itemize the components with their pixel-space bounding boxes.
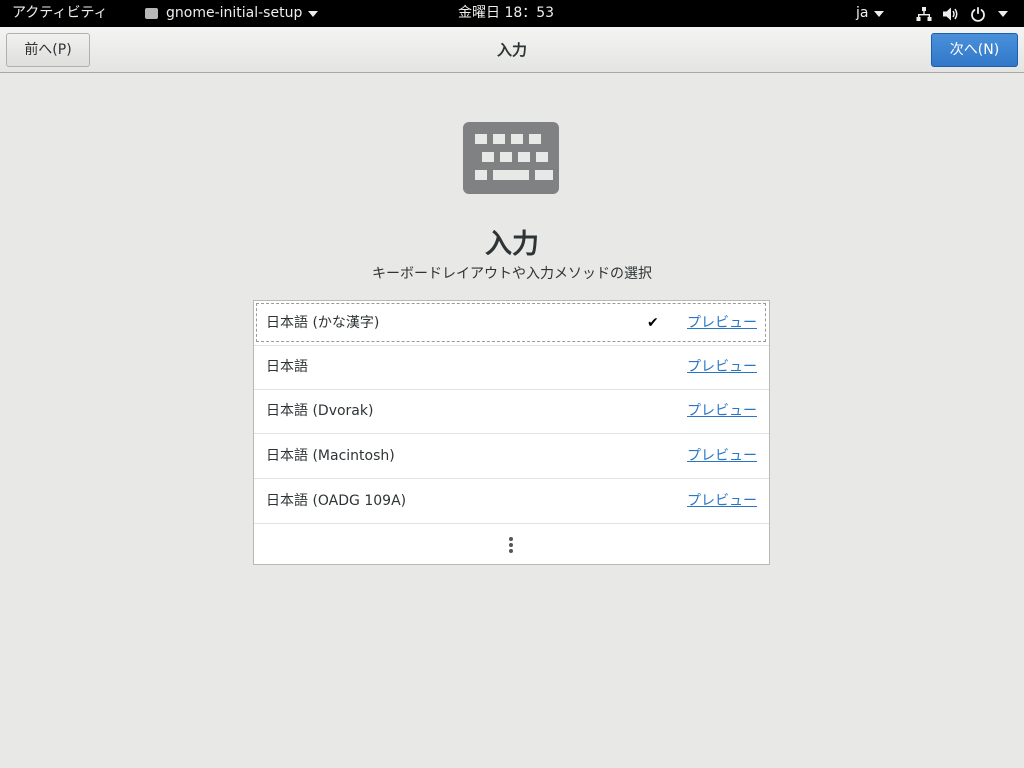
preview-link[interactable]: プレビュー xyxy=(687,479,757,523)
header-title: 入力 xyxy=(496,41,527,59)
keyboard-icon xyxy=(463,122,559,194)
previous-button[interactable]: 前へ(P) xyxy=(6,33,90,67)
list-item[interactable]: 日本語 (OADG 109A) プレビュー xyxy=(254,479,769,524)
activities-button[interactable]: アクティビティ xyxy=(12,0,108,27)
chevron-down-icon xyxy=(308,10,319,17)
preview-link[interactable]: プレビュー xyxy=(687,389,757,433)
layout-name: 日本語 xyxy=(266,359,308,375)
checkmark-icon: ✔ xyxy=(647,315,659,331)
layout-name: 日本語 (OADG 109A) xyxy=(266,493,407,509)
input-source-label: ja xyxy=(856,5,869,21)
preview-link[interactable]: プレビュー xyxy=(687,434,757,478)
volume-icon xyxy=(943,7,958,20)
page-subtitle: キーボードレイアウトや入力メソッドの選択 xyxy=(372,266,652,282)
input-source-list: 日本語 (かな漢字) ✔ プレビュー 日本語 プレビュー 日本語 (Dvorak… xyxy=(253,300,770,565)
system-status-menu[interactable] xyxy=(916,0,1008,27)
layout-name: 日本語 (かな漢字) xyxy=(266,315,380,331)
clock[interactable]: 金曜日 18：53 xyxy=(458,0,554,27)
header-bar: 入力 前へ(P) 次へ(N) xyxy=(0,27,1024,73)
app-menu-label: gnome-initial-setup xyxy=(166,5,303,21)
show-more-button[interactable] xyxy=(254,524,769,564)
preview-link[interactable]: プレビュー xyxy=(687,301,757,345)
list-item[interactable]: 日本語 (かな漢字) ✔ プレビュー xyxy=(254,301,769,346)
preview-link[interactable]: プレビュー xyxy=(687,345,757,389)
app-icon xyxy=(145,8,158,19)
list-item[interactable]: 日本語 (Dvorak) プレビュー xyxy=(254,389,769,434)
page-heading: 入力 xyxy=(485,229,539,260)
top-panel: アクティビティ gnome-initial-setup 金曜日 18：53 ja xyxy=(0,0,1024,27)
list-item[interactable]: 日本語 (Macintosh) プレビュー xyxy=(254,434,769,479)
chevron-down-icon xyxy=(998,10,1008,17)
layout-name: 日本語 (Dvorak) xyxy=(266,403,374,419)
network-wired-icon xyxy=(916,6,932,21)
input-source-indicator[interactable]: ja xyxy=(856,0,885,27)
layout-name: 日本語 (Macintosh) xyxy=(266,448,395,464)
chevron-down-icon xyxy=(874,10,885,17)
next-button[interactable]: 次へ(N) xyxy=(931,33,1018,67)
list-item[interactable]: 日本語 プレビュー xyxy=(254,345,769,390)
app-menu[interactable]: gnome-initial-setup xyxy=(145,0,319,27)
power-icon xyxy=(971,6,985,22)
more-icon xyxy=(509,537,513,553)
